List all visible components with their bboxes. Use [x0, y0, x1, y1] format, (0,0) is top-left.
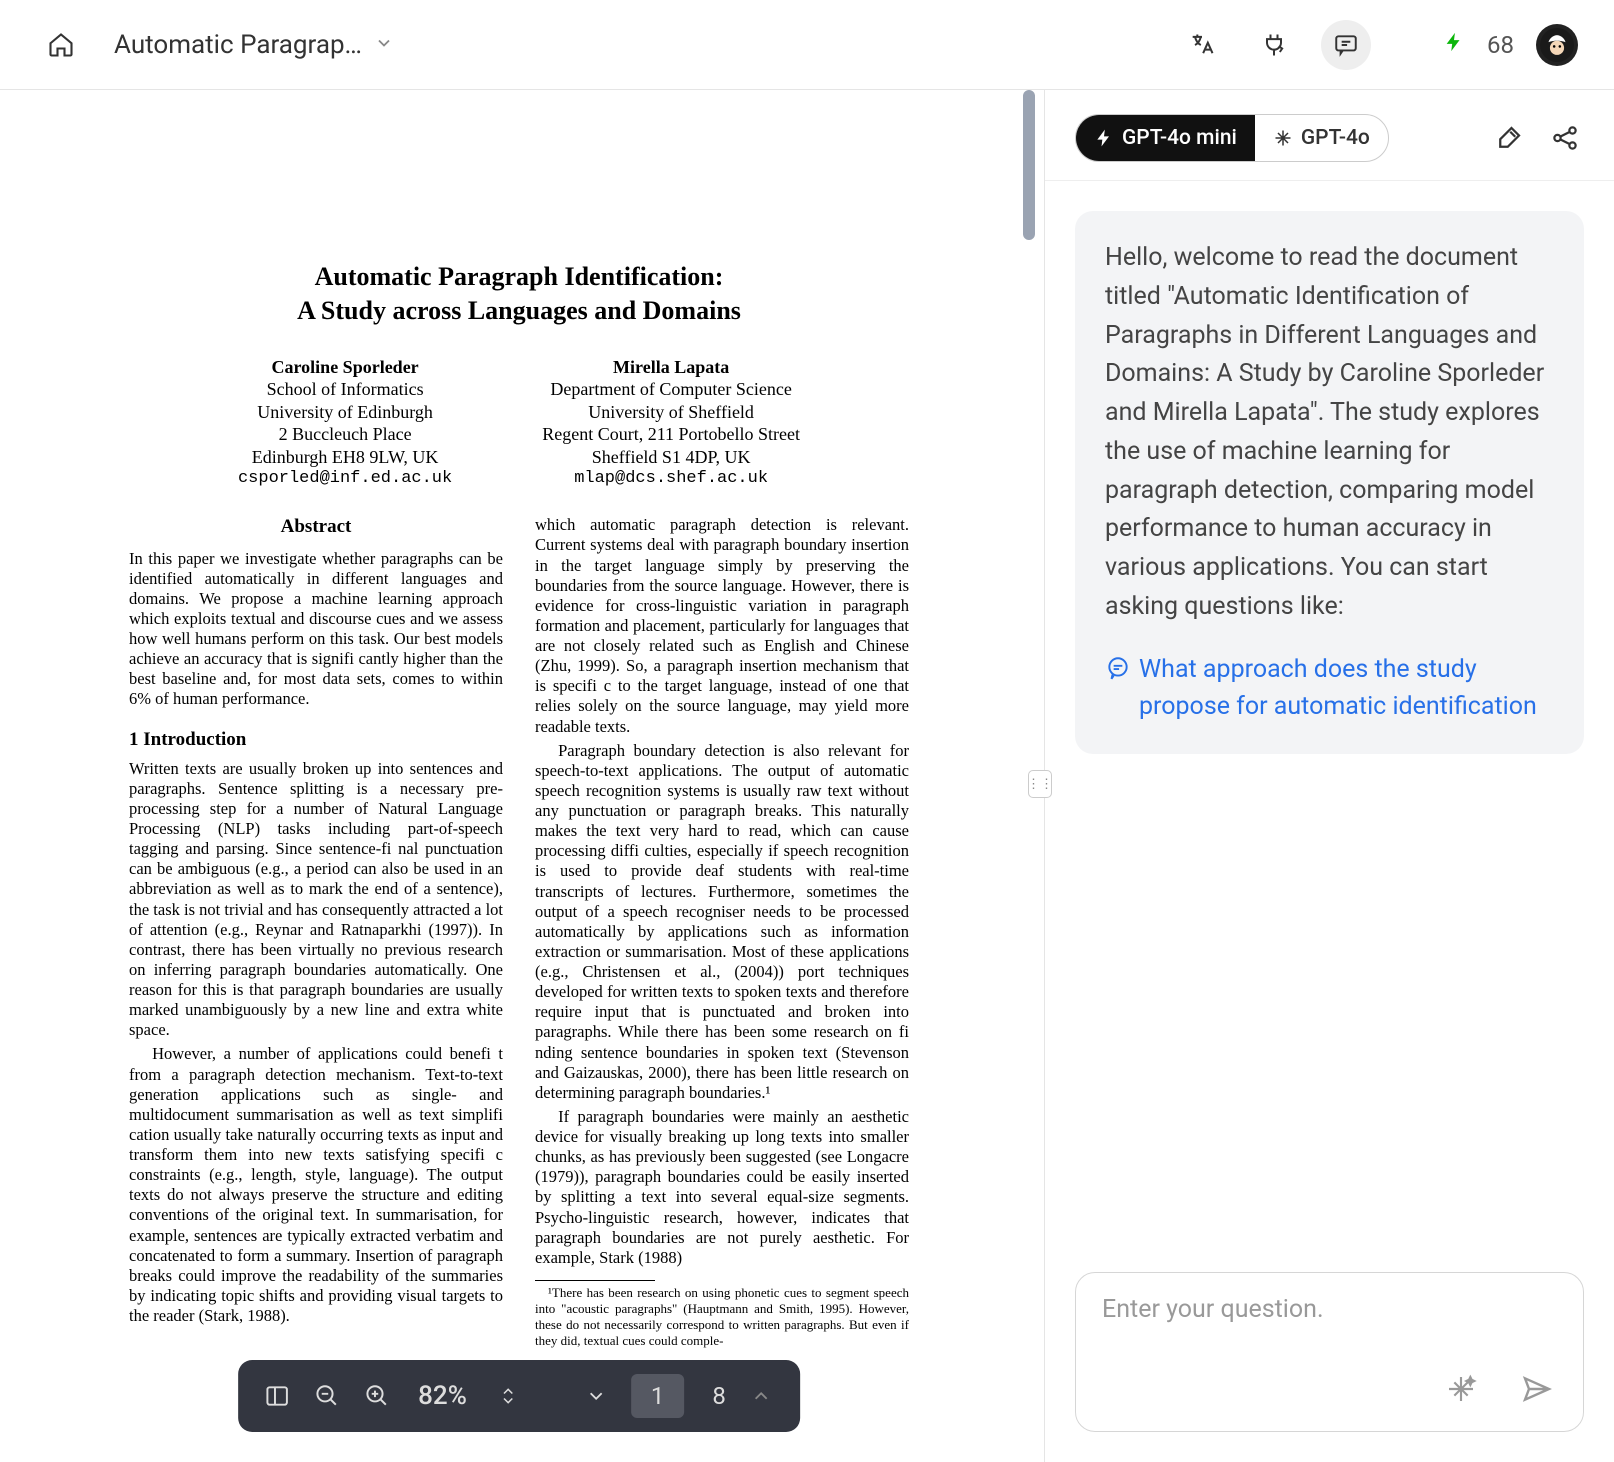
model-option-mini[interactable]: GPT-4o mini — [1076, 115, 1255, 161]
author-affil: 2 Buccleuch Place — [238, 423, 452, 446]
abstract-body: In this paper we investigate whether par… — [129, 549, 503, 710]
paper-title: Automatic Paragraph Identification: A St… — [129, 260, 909, 328]
zoom-percent: 82% — [418, 1381, 467, 1411]
footnote: ¹There has been research on using phonet… — [535, 1285, 909, 1348]
model-label: GPT-4o mini — [1122, 126, 1237, 150]
pdf-viewer: Automatic Paragraph Identification: A St… — [0, 90, 1038, 1462]
author-block: Mirella Lapata Department of Computer Sc… — [542, 356, 800, 490]
suggested-question[interactable]: What approach does the study propose for… — [1105, 651, 1554, 726]
pdf-page: Automatic Paragraph Identification: A St… — [119, 220, 919, 1368]
panel-divider[interactable]: ⋮⋮ — [1038, 90, 1044, 1462]
model-label: GPT-4o — [1301, 126, 1370, 150]
author-affil: University of Edinburgh — [238, 401, 452, 424]
translate-icon[interactable] — [1177, 20, 1227, 70]
input-placeholder: Enter your question. — [1102, 1295, 1557, 1373]
sparkle-icon[interactable] — [1445, 1373, 1481, 1409]
model-selector: GPT-4o mini GPT-4o — [1075, 114, 1389, 162]
send-icon[interactable] — [1521, 1373, 1557, 1409]
paragraph: Paragraph boundary detection is also rel… — [535, 741, 909, 1103]
home-icon[interactable] — [36, 20, 86, 70]
author-block: Caroline Sporleder School of Informatics… — [238, 356, 452, 490]
model-option-full[interactable]: GPT-4o — [1255, 115, 1388, 161]
paragraph: Written texts are usually broken up into… — [129, 759, 503, 1041]
author-name: Mirella Lapata — [542, 356, 800, 379]
next-page-icon[interactable] — [746, 1381, 776, 1411]
token-count: 68 — [1487, 31, 1514, 59]
header-actions: 68 — [1177, 20, 1578, 70]
document-title[interactable]: Automatic Paragrap… — [114, 30, 394, 60]
plug-icon[interactable] — [1249, 20, 1299, 70]
abstract-heading: Abstract — [129, 515, 503, 538]
author-affil: University of Sheffield — [542, 401, 800, 424]
author-email: mlap@dcs.shef.ac.uk — [542, 468, 800, 489]
chat-input-area: Enter your question. — [1045, 1250, 1614, 1462]
bolt-icon — [1443, 31, 1465, 59]
chat-icon[interactable] — [1321, 20, 1371, 70]
paper-title-line: Automatic Paragraph Identification: — [315, 262, 724, 291]
scrollbar-thumb[interactable] — [1023, 90, 1035, 240]
welcome-message: Hello, welcome to read the document titl… — [1075, 211, 1584, 754]
zoom-in-icon[interactable] — [362, 1381, 392, 1411]
author-affil: School of Informatics — [238, 378, 452, 401]
author-affil: Sheffield S1 4DP, UK — [542, 446, 800, 469]
app-header: Automatic Paragrap… 68 — [0, 0, 1614, 90]
total-pages: 8 — [712, 1382, 726, 1410]
zoom-stepper-icon[interactable] — [493, 1381, 523, 1411]
paragraph: However, a number of applications could … — [129, 1044, 503, 1326]
suggestion-text: What approach does the study propose for… — [1139, 651, 1554, 726]
author-name: Caroline Sporleder — [238, 356, 452, 379]
author-affil: Edinburgh EH8 9LW, UK — [238, 446, 452, 469]
paragraph: If paragraph boundaries were mainly an a… — [535, 1107, 909, 1268]
chat-input[interactable]: Enter your question. — [1075, 1272, 1584, 1432]
document-title-text: Automatic Paragrap… — [114, 30, 362, 60]
section-heading: 1 Introduction — [129, 728, 503, 751]
paragraph: which automatic paragraph detection is r… — [535, 515, 909, 736]
chat-bubble-icon — [1105, 655, 1131, 693]
welcome-text: Hello, welcome to read the document titl… — [1105, 243, 1544, 621]
paper-col-left: Abstract In this paper we investigate wh… — [129, 515, 503, 1348]
chat-header: GPT-4o mini GPT-4o — [1045, 90, 1614, 181]
author-affil: Department of Computer Science — [542, 378, 800, 401]
pdf-toolbar: 82% 1 8 — [238, 1360, 800, 1432]
paper-col-right: which automatic paragraph detection is r… — [535, 515, 909, 1348]
prev-page-icon[interactable] — [581, 1381, 611, 1411]
chevron-down-icon — [374, 30, 394, 60]
avatar[interactable] — [1536, 24, 1578, 66]
paper-title-line: A Study across Languages and Domains — [297, 296, 741, 325]
brush-icon[interactable] — [1490, 119, 1528, 157]
current-page[interactable]: 1 — [631, 1374, 685, 1418]
sidebar-toggle-icon[interactable] — [262, 1381, 292, 1411]
author-affil: Regent Court, 211 Portobello Street — [542, 423, 800, 446]
chat-panel: GPT-4o mini GPT-4o Hello, welcome to rea… — [1044, 90, 1614, 1462]
share-icon[interactable] — [1546, 119, 1584, 157]
chat-messages: Hello, welcome to read the document titl… — [1045, 181, 1614, 1250]
author-email: csporled@inf.ed.ac.uk — [238, 468, 452, 489]
zoom-out-icon[interactable] — [312, 1381, 342, 1411]
